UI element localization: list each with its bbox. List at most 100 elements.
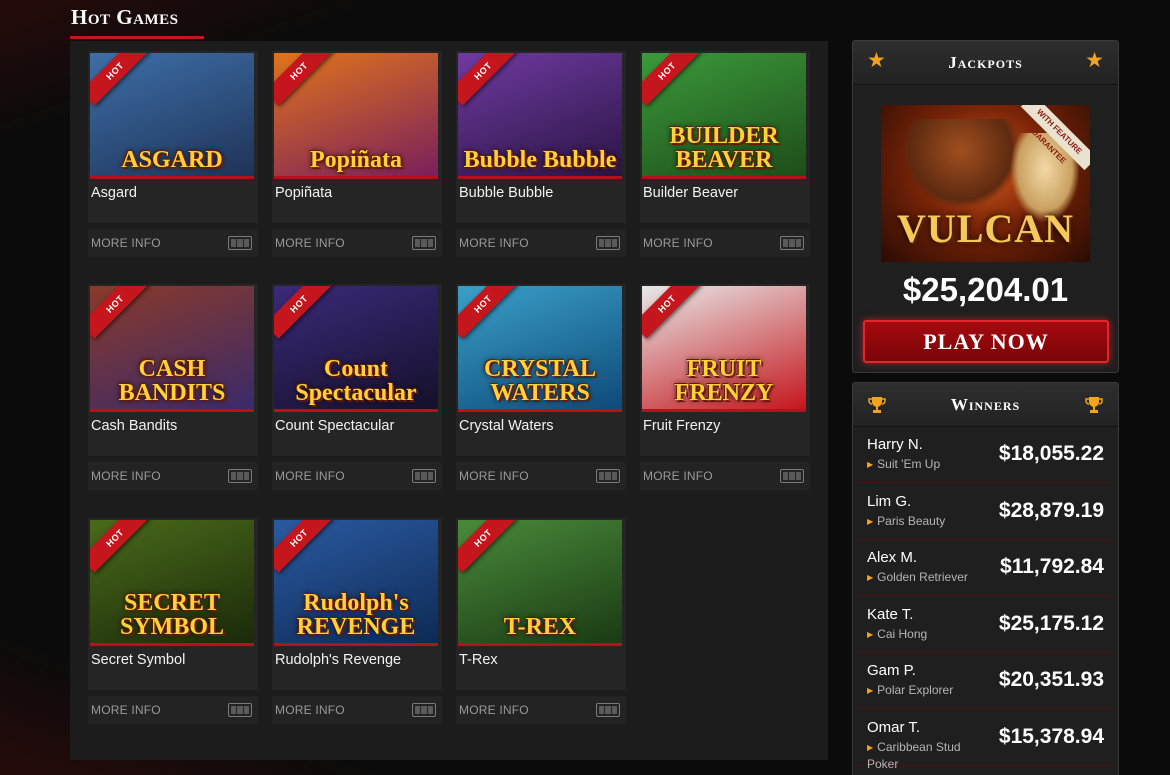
winner-game[interactable]: ▶ Caribbean Stud Poker bbox=[867, 739, 977, 772]
more-info-link[interactable]: MORE INFO bbox=[459, 469, 529, 483]
game-thumbnail-title: SECRET SYMBOL bbox=[119, 590, 224, 640]
slot-machine-icon[interactable] bbox=[228, 469, 252, 483]
more-info-link[interactable]: MORE INFO bbox=[275, 236, 345, 250]
game-thumbnail[interactable]: Popiñata HOT bbox=[274, 53, 438, 179]
more-info-link[interactable]: MORE INFO bbox=[275, 469, 345, 483]
winner-game[interactable]: ▶ Golden Retriever bbox=[867, 569, 977, 586]
game-name[interactable]: Asgard bbox=[91, 185, 137, 201]
jackpots-title: Jackpots bbox=[948, 53, 1023, 72]
slot-machine-icon[interactable] bbox=[412, 703, 436, 717]
slot-machine-icon[interactable] bbox=[596, 236, 620, 250]
winner-amount: $28,879.19 bbox=[998, 498, 1104, 522]
caret-right-icon: ▶ bbox=[867, 516, 874, 526]
game-card[interactable]: T-REX HOT T-Rex MORE INFO bbox=[456, 518, 626, 727]
winners-header: Winners bbox=[853, 383, 1118, 427]
game-card[interactable]: CRYSTAL WATERS HOT Crystal Waters MORE I… bbox=[456, 284, 626, 493]
game-thumbnail[interactable]: Count Spectacular HOT bbox=[274, 286, 438, 412]
winner-game-label[interactable]: Caribbean Stud Poker bbox=[867, 740, 961, 771]
game-thumbnail-title: Rudolph's REVENGE bbox=[296, 590, 416, 640]
more-info-link[interactable]: MORE INFO bbox=[643, 236, 713, 250]
slot-machine-icon[interactable] bbox=[780, 236, 804, 250]
game-thumbnail[interactable]: T-REX HOT bbox=[458, 520, 622, 646]
winner-amount: $20,351.93 bbox=[998, 668, 1104, 692]
hot-badge: HOT bbox=[90, 520, 150, 573]
more-info-link[interactable]: MORE INFO bbox=[275, 703, 345, 717]
winner-game[interactable]: ▶ Suit 'Em Up bbox=[867, 456, 977, 473]
game-name[interactable]: Fruit Frenzy bbox=[643, 418, 720, 434]
more-info-link[interactable]: MORE INFO bbox=[91, 236, 161, 250]
game-card[interactable]: ASGARD HOT Asgard MORE INFO bbox=[88, 51, 258, 260]
game-card[interactable]: Popiñata HOT Popiñata MORE INFO bbox=[272, 51, 442, 260]
slot-machine-icon[interactable] bbox=[780, 469, 804, 483]
game-name[interactable]: Rudolph's Revenge bbox=[275, 652, 401, 668]
game-card[interactable]: BUILDER BEAVER HOT Builder Beaver MORE I… bbox=[640, 51, 810, 260]
jackpots-box: ★ Jackpots ★ WITH FEATURE GUARANTEE VULC… bbox=[852, 40, 1119, 373]
more-info-link[interactable]: MORE INFO bbox=[643, 469, 713, 483]
more-info-link[interactable]: MORE INFO bbox=[91, 469, 161, 483]
jackpot-image-title: VULCAN bbox=[896, 206, 1075, 251]
winner-amount: $18,055.22 bbox=[998, 442, 1104, 465]
winner-game-label[interactable]: Polar Explorer bbox=[877, 683, 953, 697]
slot-machine-icon[interactable] bbox=[228, 236, 252, 250]
slot-machine-icon[interactable] bbox=[412, 236, 436, 250]
hot-badge: HOT bbox=[90, 286, 150, 339]
winner-name: Harry N. bbox=[867, 436, 923, 453]
winner-game-label[interactable]: Cai Hong bbox=[877, 627, 927, 641]
game-card[interactable]: Count Spectacular HOT Count Spectacular … bbox=[272, 284, 442, 493]
game-thumbnail-title: Count Spectacular bbox=[295, 356, 417, 406]
more-info-bar: MORE INFO bbox=[456, 462, 626, 490]
game-thumbnail[interactable]: Rudolph's REVENGE HOT bbox=[274, 520, 438, 646]
game-thumbnail[interactable]: SECRET SYMBOL HOT bbox=[90, 520, 254, 646]
game-card[interactable]: CASH BANDITS HOT Cash Bandits MORE INFO bbox=[88, 284, 258, 493]
winner-game-label[interactable]: Paris Beauty bbox=[877, 514, 945, 528]
jackpot-amount: $25,204.01 bbox=[902, 271, 1069, 308]
winner-game-label[interactable]: Golden Retriever bbox=[877, 570, 968, 584]
game-thumbnail[interactable]: FRUIT FRENZY HOT bbox=[642, 286, 806, 412]
game-thumbnail[interactable]: CRYSTAL WATERS HOT bbox=[458, 286, 622, 412]
more-info-link[interactable]: MORE INFO bbox=[459, 703, 529, 717]
hot-badge: HOT bbox=[90, 53, 150, 106]
game-card[interactable]: Rudolph's REVENGE HOT Rudolph's Revenge … bbox=[272, 518, 442, 727]
slot-machine-icon[interactable] bbox=[412, 469, 436, 483]
games-panel: ASGARD HOT Asgard MORE INFO Popiñata HOT… bbox=[70, 41, 828, 760]
slot-machine-icon[interactable] bbox=[596, 469, 620, 483]
hot-badge: HOT bbox=[458, 286, 518, 339]
winner-game[interactable]: ▶ Paris Beauty bbox=[867, 513, 977, 530]
game-name[interactable]: T-Rex bbox=[459, 652, 498, 668]
winner-name: Gam P. bbox=[867, 662, 916, 680]
caret-right-icon: ▶ bbox=[867, 686, 874, 696]
game-card[interactable]: Bubble Bubble HOT Bubble Bubble MORE INF… bbox=[456, 51, 626, 260]
jackpot-game-image[interactable]: WITH FEATURE GUARANTEE VULCAN bbox=[881, 105, 1090, 262]
game-card[interactable]: FRUIT FRENZY HOT Fruit Frenzy MORE INFO bbox=[640, 284, 810, 493]
star-icon: ★ bbox=[1085, 49, 1104, 72]
game-name[interactable]: Builder Beaver bbox=[643, 185, 738, 201]
winner-game[interactable]: ▶ Polar Explorer bbox=[867, 682, 977, 699]
play-now-button[interactable]: PLAY NOW bbox=[863, 320, 1109, 363]
winner-row: Alex M. ▶ Golden Retriever $11,792.84 bbox=[855, 540, 1116, 597]
game-thumbnail-title: FRUIT FRENZY bbox=[674, 356, 774, 406]
winner-amount: $11,792.84 bbox=[1000, 555, 1104, 579]
game-name[interactable]: Cash Bandits bbox=[91, 418, 177, 434]
game-card[interactable]: SECRET SYMBOL HOT Secret Symbol MORE INF… bbox=[88, 518, 258, 727]
game-name[interactable]: Secret Symbol bbox=[91, 652, 185, 668]
game-name[interactable]: Crystal Waters bbox=[459, 418, 554, 434]
game-thumbnail[interactable]: CASH BANDITS HOT bbox=[90, 286, 254, 412]
slot-machine-icon[interactable] bbox=[596, 703, 620, 717]
hot-badge: HOT bbox=[274, 520, 334, 573]
more-info-bar: MORE INFO bbox=[272, 229, 442, 257]
section-title: Hot Games bbox=[71, 5, 179, 29]
game-name[interactable]: Bubble Bubble bbox=[459, 185, 553, 201]
game-thumbnail[interactable]: ASGARD HOT bbox=[90, 53, 254, 179]
more-info-link[interactable]: MORE INFO bbox=[459, 236, 529, 250]
winner-game-label[interactable]: Suit 'Em Up bbox=[877, 457, 940, 471]
winner-amount: $15,378.94 bbox=[998, 725, 1104, 748]
winner-game[interactable]: ▶ Cai Hong bbox=[867, 626, 977, 643]
game-name[interactable]: Popiñata bbox=[275, 185, 332, 201]
slot-machine-icon[interactable] bbox=[228, 703, 252, 717]
game-thumbnail[interactable]: Bubble Bubble HOT bbox=[458, 53, 622, 179]
more-info-link[interactable]: MORE INFO bbox=[91, 703, 161, 717]
game-name[interactable]: Count Spectacular bbox=[275, 418, 394, 434]
winner-name: Alex M. bbox=[867, 549, 918, 567]
winner-row: Kate T. ▶ Cai Hong $25,175.12 bbox=[855, 597, 1116, 653]
game-thumbnail[interactable]: BUILDER BEAVER HOT bbox=[642, 53, 806, 179]
